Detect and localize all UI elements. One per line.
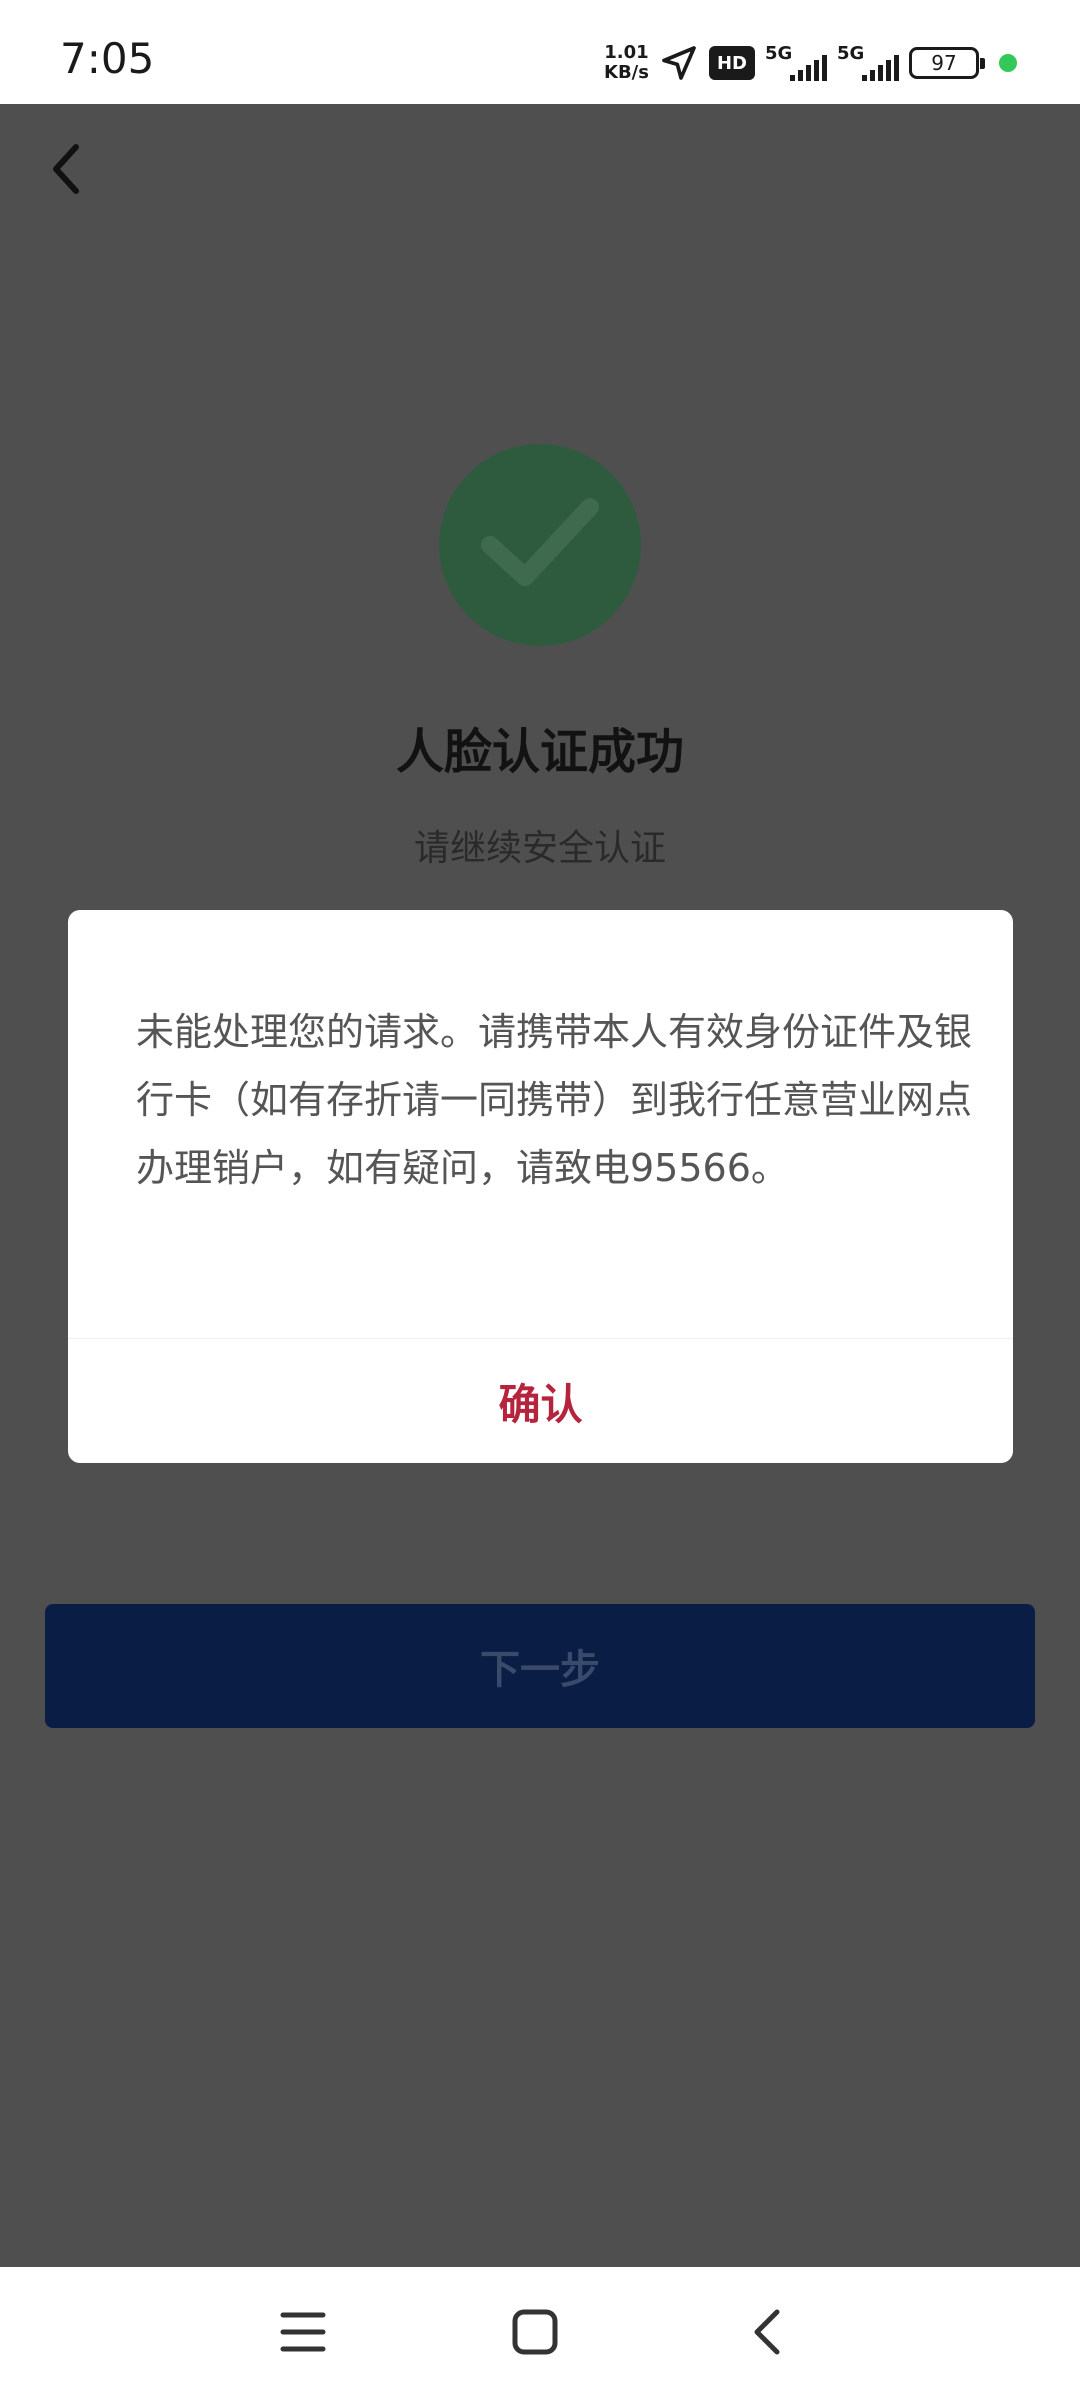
network-speed-value: 1.01 [604, 42, 649, 63]
home-icon [512, 2309, 558, 2355]
signal-icon: 5G [765, 43, 827, 83]
alert-dialog: 未能处理您的请求。请携带本人有效身份证件及银行卡（如有存折请一同携带）到我行任意… [68, 910, 1013, 1463]
signal-label: 5G [836, 43, 865, 64]
privacy-indicator-dot [998, 54, 1017, 72]
back-icon [754, 2309, 780, 2355]
battery-icon: 97 [908, 47, 985, 79]
hd-voice-badge: HD [708, 46, 755, 80]
check-circle-icon [481, 498, 599, 586]
system-nav-bar [0, 2267, 1080, 2400]
status-bar: 7:05 1.01 KB/s HD 5G 5G 97 [0, 0, 1080, 104]
menu-icon [280, 2312, 326, 2352]
battery-level: 97 [931, 51, 957, 75]
next-step-button[interactable]: 下一步 [45, 1604, 1035, 1728]
success-circle [439, 444, 641, 646]
home-button[interactable] [500, 2297, 570, 2367]
dialog-message: 未能处理您的请求。请携带本人有效身份证件及银行卡（如有存折请一同携带）到我行任意… [136, 1010, 973, 1190]
back-button[interactable] [36, 134, 96, 204]
network-speed-unit: KB/s [604, 62, 649, 83]
location-arrow-icon [662, 46, 696, 80]
signal-label: 5G [764, 43, 793, 64]
status-time: 7:05 [60, 34, 155, 83]
chevron-left-icon [53, 144, 79, 194]
page-subtitle: 请继续安全认证 [413, 828, 666, 869]
signal-icon: 5G [837, 43, 899, 83]
recents-button[interactable] [268, 2297, 338, 2367]
network-speed: 1.01 KB/s [604, 43, 649, 83]
page-title: 人脸认证成功 [395, 724, 684, 780]
system-back-button[interactable] [732, 2297, 802, 2367]
confirm-button[interactable]: 确认 [68, 1339, 1013, 1463]
status-icons: 1.01 KB/s HD 5G 5G 97 [604, 38, 1017, 88]
